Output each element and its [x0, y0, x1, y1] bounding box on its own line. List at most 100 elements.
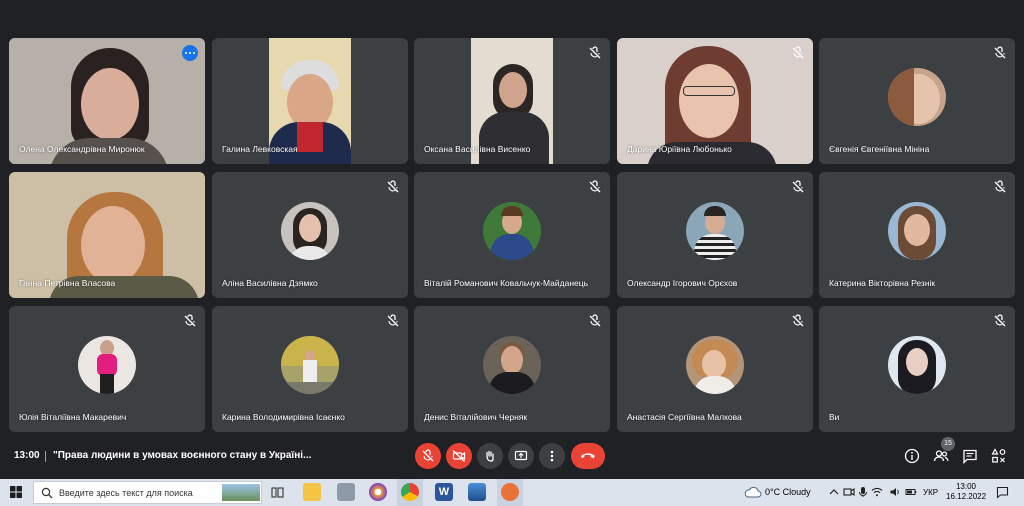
more-options-button[interactable] [539, 443, 565, 469]
microphone-icon[interactable] [857, 486, 869, 498]
photos-icon[interactable] [468, 483, 486, 501]
meeting-title: "Права людини в умовах воєнного стану в … [53, 450, 312, 461]
clock-time: 13:00 [955, 482, 977, 491]
chevron-up-icon[interactable] [828, 486, 840, 498]
cloud-icon [744, 486, 762, 498]
divider [45, 451, 46, 462]
battery-icon[interactable] [905, 486, 917, 498]
wifi-icon[interactable] [871, 486, 883, 498]
participant-tile[interactable]: Олександр Ігорович Орєхов [617, 172, 813, 298]
info-icon[interactable] [904, 448, 920, 464]
mic-muted-icon [792, 46, 804, 59]
participant-name: Галина Левковская [222, 144, 298, 154]
avatar [483, 336, 541, 394]
participant-tile[interactable]: Ганна Петрівна Власова [9, 172, 205, 298]
search-icon [41, 487, 53, 499]
toggle-camera-button[interactable] [446, 443, 472, 469]
participant-tile[interactable]: Аліна Василівна Дзямко [212, 172, 408, 298]
file-explorer-icon[interactable] [303, 483, 321, 501]
participant-tile[interactable]: Галина Левковская [212, 38, 408, 164]
taskbar-search-input[interactable]: Введите здесь текст для поиска [33, 481, 262, 504]
chat-icon[interactable] [962, 448, 978, 464]
hang-up-icon [581, 453, 595, 459]
participant-name: Віталій Романович Ковальчук-Майданець [424, 278, 589, 288]
mic-off-icon [422, 449, 434, 462]
meeting-time: 13:00 [14, 450, 40, 461]
word-icon[interactable]: W [435, 483, 453, 501]
mic-muted-icon [994, 180, 1006, 193]
avatar [483, 202, 541, 260]
participant-tile[interactable]: Юлія Віталіївна Макаревич [9, 306, 205, 432]
participant-tile[interactable]: Євгенія Євгеніївна Мініна [819, 38, 1015, 164]
notifications-icon[interactable] [996, 486, 1009, 499]
participant-name: Олександр Ігорович Орєхов [627, 278, 738, 288]
avatar [888, 68, 946, 126]
search-placeholder: Введите здесь текст для поиска [59, 488, 193, 498]
participant-tile[interactable]: Олена Олександрівна Миронюк [9, 38, 205, 164]
leave-call-button[interactable] [571, 443, 605, 469]
participant-name: Анастасія Сергіївна Малкова [627, 412, 742, 422]
search-highlight-image [222, 484, 260, 501]
people-icon[interactable] [933, 448, 949, 464]
more-options-icon[interactable] [182, 45, 198, 61]
meeting-control-bar: 13:00 "Права людини в умовах воєнного ст… [0, 437, 1024, 478]
task-view-icon[interactable] [271, 486, 284, 499]
keyboard-language[interactable]: УКР [923, 488, 938, 497]
avatar [686, 336, 744, 394]
participant-tile[interactable]: Дарина Юріївна Любонько [617, 38, 813, 164]
avatar [281, 202, 339, 260]
participant-name: Євгенія Євгеніївна Мініна [829, 144, 930, 154]
weather-text[interactable]: 0°C Cloudy [765, 487, 811, 497]
more-vert-icon [550, 450, 554, 462]
mic-muted-icon [994, 314, 1006, 327]
browser-icon[interactable] [369, 483, 387, 501]
mic-muted-icon [589, 314, 601, 327]
avatar [888, 336, 946, 394]
participant-name: Дарина Юріївна Любонько [627, 144, 732, 154]
mic-muted-icon [792, 180, 804, 193]
avatar [686, 202, 744, 260]
calculator-icon[interactable] [337, 483, 355, 501]
chrome-icon[interactable] [401, 483, 419, 501]
raise-hand-button[interactable] [477, 443, 503, 469]
paint-icon[interactable] [501, 483, 519, 501]
participant-tile[interactable]: Оксана Василівна Висенко [414, 38, 610, 164]
avatar [78, 336, 136, 394]
mic-muted-icon [589, 180, 601, 193]
camera-off-icon [452, 450, 466, 462]
participant-name: Оксана Василівна Висенко [424, 144, 531, 154]
mic-muted-icon [387, 180, 399, 193]
meet-tray-icon[interactable] [843, 486, 855, 498]
participant-name: Ганна Петрівна Власова [19, 278, 116, 288]
avatar [888, 202, 946, 260]
participant-tile[interactable]: Віталій Романович Ковальчук-Майданець [414, 172, 610, 298]
windows-start-icon[interactable] [10, 486, 22, 498]
mic-muted-icon [994, 46, 1006, 59]
participant-tile[interactable]: Денис Віталійович Черняк [414, 306, 610, 432]
mic-muted-icon [589, 46, 601, 59]
participant-tile[interactable]: Катерина Вікторівна Резнік [819, 172, 1015, 298]
participant-name: Олена Олександрівна Миронюк [19, 144, 145, 154]
clock-date: 16.12.2022 [946, 492, 987, 501]
participant-name: Аліна Василівна Дзямко [222, 278, 318, 288]
participant-name: Ви [829, 412, 840, 422]
participant-tile[interactable]: Карина Володимирівна Ісаєнко [212, 306, 408, 432]
taskbar-clock[interactable]: 13:00 16.12.2022 [946, 482, 986, 502]
avatar [281, 336, 339, 394]
mic-muted-icon [184, 314, 196, 327]
activities-icon[interactable] [991, 448, 1007, 464]
participant-name: Катерина Вікторівна Резнік [829, 278, 936, 288]
toggle-mic-button[interactable] [415, 443, 441, 469]
mic-muted-icon [792, 314, 804, 327]
participant-name: Карина Володимирівна Ісаєнко [222, 412, 345, 422]
hand-icon [486, 450, 494, 462]
participant-tile[interactable]: Анастасія Сергіївна Малкова [617, 306, 813, 432]
present-button[interactable] [508, 443, 534, 469]
volume-icon[interactable] [889, 486, 901, 498]
windows-taskbar: Введите здесь текст для поиска W 0°C Clo… [0, 479, 1024, 506]
participant-name: Юлія Віталіївна Макаревич [19, 412, 127, 422]
participant-tile[interactable]: Ви [819, 306, 1015, 432]
present-screen-icon [514, 450, 528, 461]
participant-name: Денис Віталійович Черняк [424, 412, 528, 422]
mic-muted-icon [387, 314, 399, 327]
